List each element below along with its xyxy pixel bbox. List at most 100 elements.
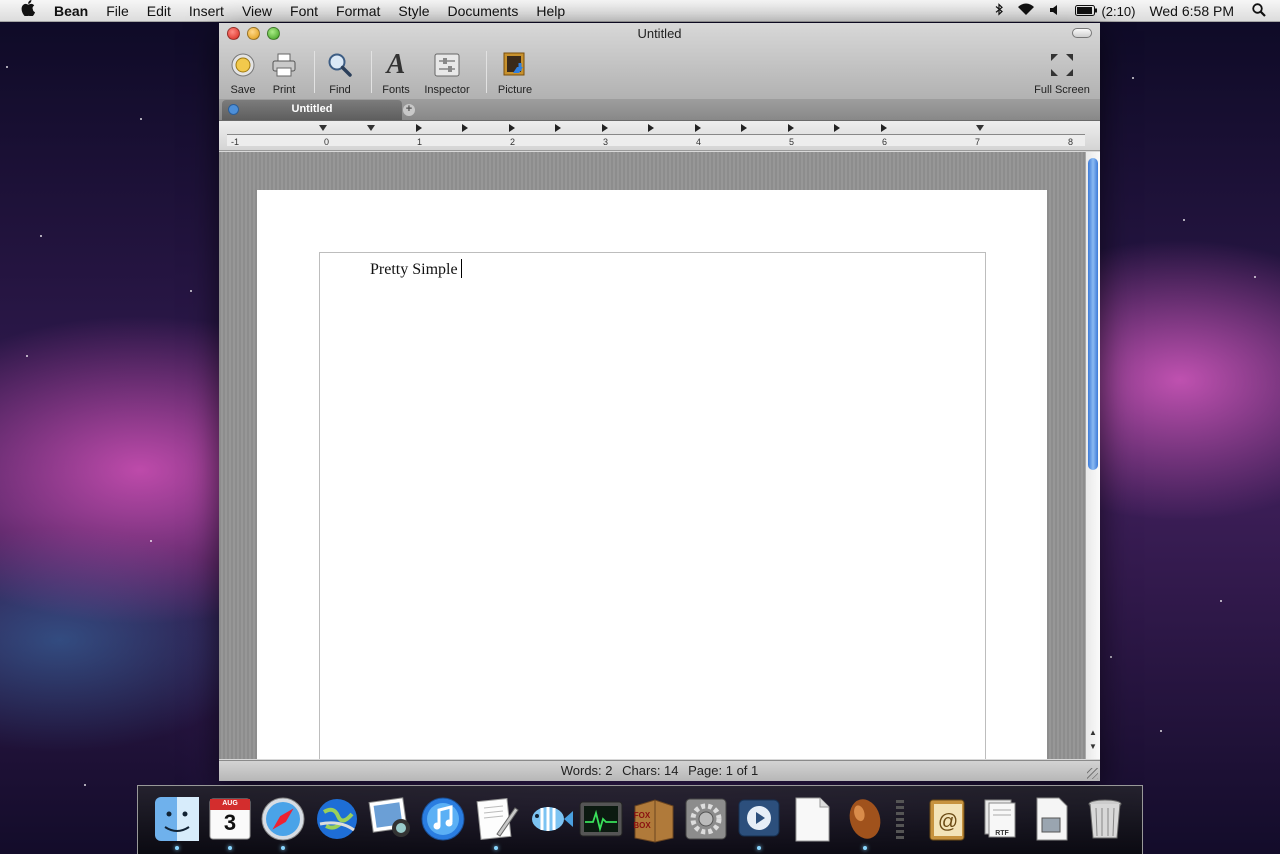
menu-documents[interactable]: Documents — [439, 0, 528, 22]
window-titlebar[interactable]: Untitled Save Print Find A Fonts Inspect… — [219, 23, 1100, 121]
ruler-label: 8 — [1068, 137, 1074, 147]
tab-stop-marker[interactable] — [695, 124, 701, 132]
full-screen-arrows-icon — [1027, 49, 1097, 81]
menu-file[interactable]: File — [97, 0, 138, 22]
star — [190, 290, 192, 292]
itunes-icon[interactable] — [418, 794, 468, 844]
network-globe-icon[interactable] — [312, 794, 362, 844]
rtf-label: RTF — [995, 830, 1009, 837]
resize-grip-icon[interactable] — [1087, 768, 1098, 779]
star — [84, 784, 86, 786]
print-button[interactable]: Print — [257, 49, 311, 96]
full-screen-button[interactable]: Full Screen — [1027, 49, 1097, 96]
star — [140, 118, 142, 120]
tab-untitled[interactable]: Untitled — [222, 100, 402, 120]
picture-frame-icon — [488, 49, 542, 81]
ruler-label: 6 — [882, 137, 888, 147]
safari-icon[interactable] — [258, 794, 308, 844]
menu-bar: Bean File Edit Insert View Font Format S… — [0, 0, 1280, 22]
tab-stop-marker[interactable] — [834, 124, 840, 132]
finder-icon[interactable] — [152, 794, 202, 844]
bean-app-icon[interactable] — [840, 794, 890, 844]
find-button[interactable]: Find — [313, 49, 367, 96]
menu-style[interactable]: Style — [389, 0, 438, 22]
tab-stop-marker[interactable] — [602, 124, 608, 132]
bluetooth-icon[interactable] — [995, 3, 1004, 19]
document-scroll-area: Pretty Simple — [219, 152, 1085, 759]
left-indent-marker[interactable] — [319, 125, 327, 131]
menu-font[interactable]: Font — [281, 0, 327, 22]
scroll-down-arrow-icon[interactable]: ▼ — [1089, 742, 1097, 751]
tab-stop-marker[interactable] — [555, 124, 561, 132]
textedit-icon[interactable] — [471, 794, 521, 844]
star — [40, 235, 42, 237]
preview-icon[interactable] — [1027, 794, 1077, 844]
first-line-indent-marker[interactable] — [367, 125, 375, 131]
tab-stop-marker[interactable] — [741, 124, 747, 132]
spotlight-search-icon[interactable] — [1252, 2, 1266, 20]
picture-button[interactable]: Picture — [488, 49, 542, 96]
battery-icon[interactable] — [1075, 4, 1098, 19]
running-indicator — [175, 846, 179, 850]
star — [6, 66, 8, 68]
fonts-button[interactable]: A Fonts — [369, 49, 423, 96]
address-book-icon[interactable]: @ — [922, 794, 972, 844]
quicktime-icon[interactable] — [734, 794, 784, 844]
vertical-scroll-thumb[interactable] — [1088, 158, 1098, 470]
text-cursor — [460, 259, 462, 278]
tab-stop-marker[interactable] — [416, 124, 422, 132]
menu-format[interactable]: Format — [327, 0, 389, 22]
status-bar: Words: 2 Chars: 14 Page: 1 of 1 — [219, 760, 1100, 781]
running-indicator — [228, 846, 232, 850]
menu-clock[interactable]: Wed 6:58 PM — [1149, 3, 1234, 19]
inspector-button[interactable]: Inspector — [420, 49, 474, 96]
right-indent-marker[interactable] — [976, 125, 984, 131]
iphoto-icon[interactable] — [365, 794, 415, 844]
scroll-up-arrow-icon[interactable]: ▲ — [1089, 728, 1097, 737]
dock: AUG 3 FOX BOX @ RTF — [137, 785, 1143, 854]
tab-stop-marker[interactable] — [881, 124, 887, 132]
star — [150, 540, 152, 542]
vertical-scrollbar[interactable]: ▲ ▼ — [1085, 152, 1100, 759]
tab-close-icon[interactable] — [228, 104, 239, 115]
menu-app-bean[interactable]: Bean — [52, 0, 97, 22]
ical-icon[interactable]: AUG 3 — [205, 794, 255, 844]
tab-stop-marker[interactable] — [509, 124, 515, 132]
blank-document-icon[interactable] — [787, 794, 837, 844]
document-text[interactable]: Pretty Simple — [370, 259, 462, 279]
tab-bar: Untitled + — [219, 99, 1100, 120]
document-page[interactable]: Pretty Simple — [257, 190, 1047, 759]
stack-icon[interactable] — [893, 794, 907, 844]
system-preferences-gear-icon[interactable] — [681, 794, 731, 844]
star — [26, 355, 28, 357]
trash-icon[interactable] — [1080, 794, 1130, 844]
wifi-icon[interactable] — [1017, 3, 1035, 19]
find-label: Find — [329, 84, 351, 96]
menu-edit[interactable]: Edit — [138, 0, 180, 22]
ruler-label: 2 — [510, 137, 516, 147]
apple-menu-icon[interactable] — [17, 0, 39, 21]
toolbar-toggle-button[interactable] — [1072, 28, 1092, 38]
foxbox-icon[interactable]: FOX BOX — [629, 794, 679, 844]
tab-stop-marker[interactable] — [788, 124, 794, 132]
aquarium-fish-icon[interactable] — [524, 794, 574, 844]
printer-icon — [257, 49, 311, 81]
menu-insert[interactable]: Insert — [180, 0, 233, 22]
ruler-bar — [227, 134, 1085, 146]
running-indicator — [757, 846, 761, 850]
star — [1254, 276, 1256, 278]
star — [1160, 730, 1162, 732]
toolbar-separator — [486, 51, 487, 93]
menu-help[interactable]: Help — [527, 0, 574, 22]
tab-stop-marker[interactable] — [462, 124, 468, 132]
rtf-document-icon[interactable]: RTF — [975, 794, 1025, 844]
menu-extras: (2:10) Wed 6:58 PM — [995, 0, 1280, 22]
tab-stop-marker[interactable] — [648, 124, 654, 132]
volume-icon[interactable] — [1049, 4, 1061, 19]
ruler[interactable]: -1 0 1 2 3 4 5 6 7 8 — [219, 121, 1100, 151]
menu-view[interactable]: View — [233, 0, 281, 22]
inspector-sliders-icon — [420, 49, 474, 81]
activity-monitor-icon[interactable] — [576, 794, 626, 844]
add-tab-button[interactable]: + — [403, 104, 415, 116]
char-count: Chars: 14 — [622, 763, 679, 778]
